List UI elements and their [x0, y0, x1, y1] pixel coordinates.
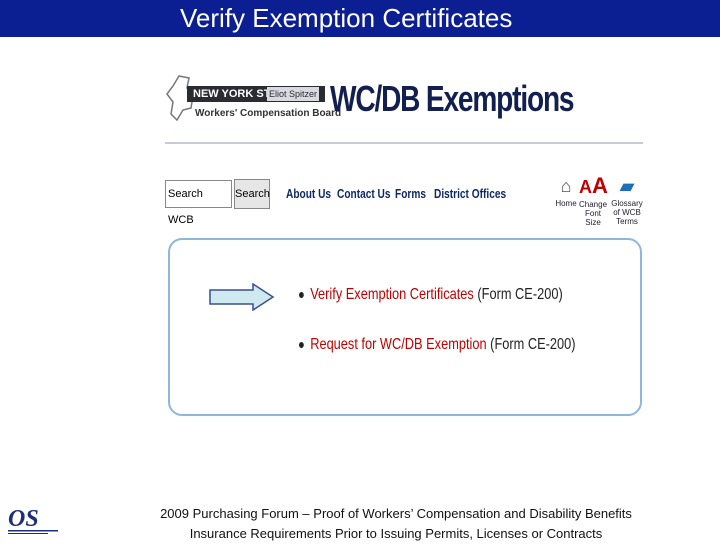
exemptions-panel	[168, 238, 642, 416]
slide-title-bar: Verify Exemption Certificates	[0, 0, 720, 37]
font-size-label: Change Font Size	[579, 200, 608, 227]
nys-wcb-logo[interactable]: NEW YORK STATE Eliot Spitzer Workers' Co…	[165, 74, 341, 136]
form-label: (Form CE-200)	[486, 336, 576, 353]
glossary-link[interactable]: ▰ Glossary of WCB Terms	[610, 175, 644, 226]
footer-caption: 2009 Purchasing Forum – Proof of Workers…	[96, 504, 696, 544]
nav-contact-us[interactable]: Contact Us	[337, 186, 391, 201]
bullet-icon	[299, 341, 304, 348]
home-icon: ⌂	[560, 176, 572, 196]
ogs-logo-text: OS	[8, 506, 39, 532]
search-input[interactable]: Search WCB	[165, 180, 232, 226]
list-item: Verify Exemption Certificates (Form CE-2…	[299, 286, 563, 304]
footer-line-1: 2009 Purchasing Forum – Proof of Workers…	[160, 506, 632, 521]
home-label: Home	[555, 199, 577, 208]
book-icon: ▰	[620, 176, 634, 196]
search-button[interactable]: Search	[234, 179, 270, 209]
form-label: (Form CE-200)	[473, 286, 563, 303]
font-size-icon: AA	[579, 173, 608, 198]
nav-district-offices[interactable]: District Offices	[434, 186, 506, 201]
footer-line-2: Insurance Requirements Prior to Issuing …	[189, 526, 603, 541]
svg-text:OS: OS	[8, 506, 39, 532]
home-link[interactable]: ⌂ Home	[555, 175, 577, 208]
board-name: Workers' Compensation Board	[195, 108, 342, 119]
ogs-logo: OS	[4, 502, 62, 538]
nav-about-us[interactable]: About Us	[286, 186, 331, 201]
ogs-logo-icon: OS	[4, 502, 62, 538]
change-font-size-link[interactable]: AA Change Font Size	[579, 173, 608, 228]
request-exemption-link[interactable]: Request for WC/DB Exemption	[310, 336, 486, 353]
slide-title: Verify Exemption Certificates	[180, 3, 513, 33]
glossary-label: Glossary of WCB Terms	[611, 199, 643, 226]
arrow-right-icon	[209, 283, 275, 311]
nav-forms[interactable]: Forms	[395, 186, 426, 201]
header-divider	[165, 142, 643, 144]
bullet-icon	[299, 291, 304, 298]
governor-name: Eliot Spitzer	[267, 87, 319, 101]
list-item: Request for WC/DB Exemption (Form CE-200…	[299, 336, 576, 354]
verify-exemption-link[interactable]: Verify Exemption Certificates	[310, 286, 474, 303]
page-title: WC/DB Exemptions	[330, 78, 575, 119]
